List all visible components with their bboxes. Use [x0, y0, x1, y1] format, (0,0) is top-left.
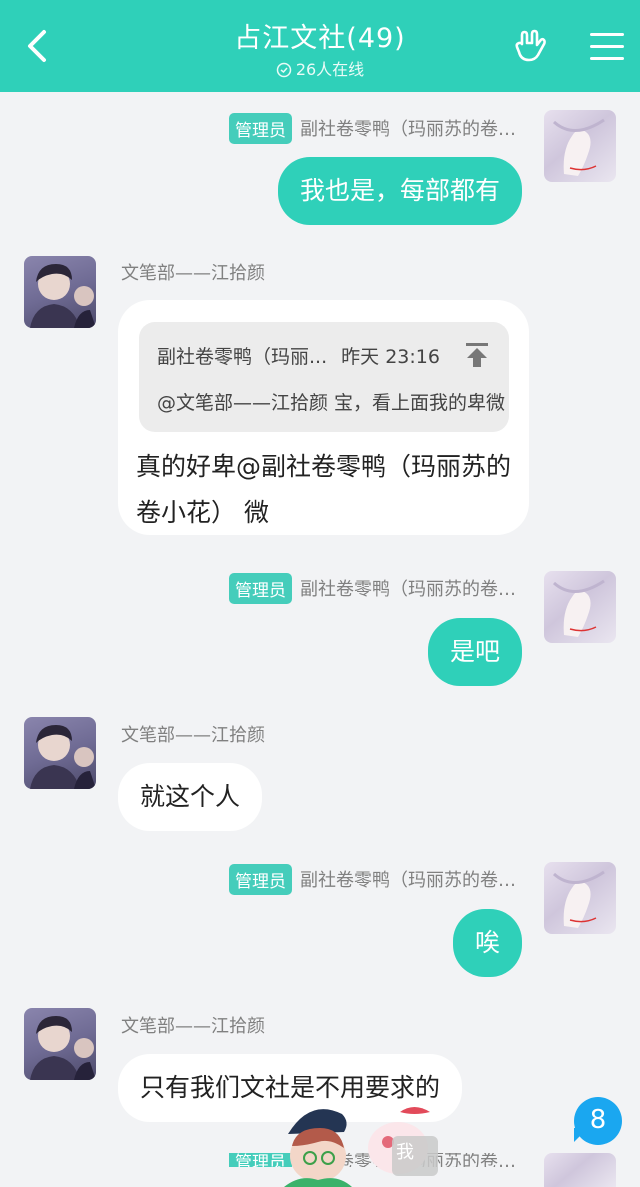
sender-meta: 管理员 副社卷零鸭（玛丽苏的卷… [229, 572, 516, 604]
avatar[interactable] [544, 862, 616, 934]
sender-name[interactable]: 副社卷零鸭（玛丽苏的卷… [300, 866, 516, 892]
admin-badge: 管理员 [229, 863, 292, 895]
sender-name[interactable]: 文笔部——江拾颜 [121, 721, 265, 747]
avatar[interactable] [24, 256, 96, 328]
sender-meta: 管理员 副社卷零鸭（玛丽苏的卷… [229, 112, 516, 144]
menu-line [590, 57, 624, 60]
quote-header: 副社卷零鸭（玛丽... 昨天 23:16 [157, 342, 440, 369]
sender-name[interactable]: 文笔部——江拾颜 [121, 259, 265, 285]
quoted-message[interactable]: 副社卷零鸭（玛丽... 昨天 23:16 @文笔部——江拾颜 宝，看上面我的卑微 [139, 322, 509, 432]
admin-badge: 管理员 [229, 112, 292, 144]
avatar[interactable] [544, 1153, 616, 1187]
sender-name[interactable]: 副社卷零鸭（玛丽苏的卷… [300, 575, 516, 601]
message-bubble[interactable]: 我也是，每部都有 [277, 157, 522, 225]
message-line: 真的好卑@副社卷零鸭（玛丽苏的 [136, 452, 512, 481]
message-bubble[interactable]: 唉 [452, 909, 522, 977]
pin-to-top-icon[interactable] [465, 342, 489, 368]
avatar-image [30, 725, 96, 789]
message-text: 真的好卑@副社卷零鸭（玛丽苏的 卷小花） 微 [136, 444, 511, 536]
avatar-image [552, 870, 605, 928]
avatar-image [552, 579, 605, 637]
quote-sender: 副社卷零鸭（玛丽... [157, 346, 328, 368]
avatar[interactable] [544, 571, 616, 643]
mascot-label: 我 [396, 1142, 414, 1163]
chat-header: 占江文社(49) 26人在线 [0, 0, 640, 92]
sender-name[interactable]: 文笔部——江拾颜 [121, 1012, 265, 1038]
avatar-image [30, 1016, 96, 1080]
avatar[interactable] [544, 110, 616, 182]
message-bubble[interactable]: 是吧 [427, 618, 522, 686]
menu-line [590, 45, 624, 48]
message-bubble[interactable]: 就这个人 [118, 763, 263, 831]
avatar-image [30, 264, 96, 328]
avatar[interactable] [24, 1008, 96, 1080]
mascot-sticker[interactable] [280, 1098, 445, 1187]
avatar[interactable] [24, 717, 96, 789]
sender-meta: 管理员 副社卷零鸭（玛丽苏的卷… [229, 863, 516, 895]
hand-gesture-icon[interactable] [513, 28, 549, 64]
message-line: 卷小花） 微 [136, 498, 269, 527]
quote-text: @文笔部——江拾颜 宝，看上面我的卑微 [157, 392, 506, 414]
online-text: 26人在线 [295, 60, 365, 79]
sender-name[interactable]: 副社卷零鸭（玛丽苏的卷… [300, 115, 516, 141]
menu-button[interactable] [590, 33, 624, 61]
check-circle-icon [276, 62, 292, 78]
unread-count-badge[interactable]: 8 [574, 1097, 622, 1145]
menu-line [590, 33, 624, 36]
admin-badge: 管理员 [229, 572, 292, 604]
quote-time: 昨天 23:16 [341, 346, 440, 368]
avatar-image [552, 118, 605, 176]
